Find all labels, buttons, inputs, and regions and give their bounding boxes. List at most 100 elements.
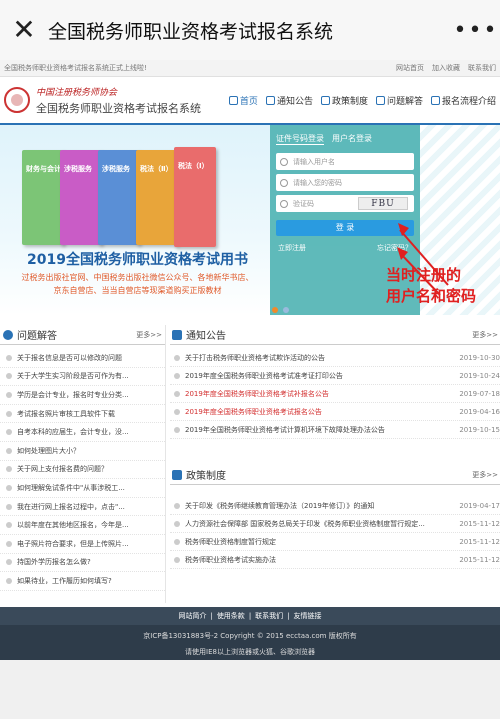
- bullet-icon: [6, 559, 12, 566]
- faq-item-text: 持国外学历报名怎么做?: [17, 558, 91, 567]
- policy-item-text: 关于印发《税务师继续教育管理办法（2019年修订）》的通知: [185, 501, 375, 510]
- faq-item[interactable]: 自考本科的应届生，会计专业，没...: [0, 423, 165, 442]
- notice-item-date: 2019-07-18: [459, 389, 500, 398]
- web-page: 全国税务师职业资格考试报名系统正式上线啦! 网站首页 加入收藏 联系我们 中国注…: [0, 60, 500, 660]
- bullet-icon: [174, 556, 180, 563]
- more-options-icon[interactable]: •••: [452, 18, 500, 43]
- bullet-icon: [6, 522, 12, 529]
- site-notice: 全国税务师职业资格考试报名系统正式上线啦!: [4, 64, 147, 72]
- nav-home[interactable]: 首页: [228, 94, 258, 107]
- faq-item-text: 关于大学生实习阶段是否可作为有...: [17, 372, 129, 381]
- nav-faq[interactable]: 问题解答: [375, 94, 423, 107]
- policy-item[interactable]: 税务师职业资格制度暂行规定 2015-11-12: [170, 533, 500, 551]
- banner: 财务与会计 涉税服务 涉税服务 税法（Ⅱ） 税法（Ⅰ） 2019全国税务师职业资…: [0, 125, 500, 315]
- notice-item-date: 2019-04-16: [459, 407, 500, 416]
- policy-item-date: 2015-11-12: [459, 555, 500, 564]
- bullet-icon: [6, 410, 12, 417]
- faq-item[interactable]: 电子照片符合要求，但是上传照片...: [0, 535, 165, 554]
- notice-item[interactable]: 2019年全国税务师职业资格考试计算机环境下故障处理办法公告 2019-10-15: [170, 421, 500, 439]
- footer-link-terms[interactable]: 使用条款: [217, 607, 245, 625]
- app-bar: ✕ 全国税务师职业资格考试报名系统 •••: [0, 0, 500, 60]
- notice-title: 通知公告: [186, 331, 226, 342]
- nav-process[interactable]: 报名流程介绍: [430, 94, 496, 107]
- faq-item[interactable]: 如果待业，工作履历如何填写?: [0, 572, 165, 591]
- app-title: 全国税务师职业资格考试报名系统: [48, 20, 334, 43]
- bullet-icon: [174, 354, 180, 361]
- bullet-icon: [174, 408, 180, 415]
- bullet-icon: [174, 520, 180, 527]
- nav-policy[interactable]: 政策制度: [320, 94, 368, 107]
- close-icon[interactable]: ✕: [0, 16, 48, 44]
- link-contact[interactable]: 联系我们: [468, 63, 496, 73]
- policy-item[interactable]: 关于印发《税务师继续教育管理办法（2019年修订）》的通知 2019-04-17: [170, 497, 500, 515]
- notice-item[interactable]: 2019年度全国税务师职业资格考试报名公告 2019-04-16: [170, 403, 500, 421]
- policy-item[interactable]: 人力资源社会保障部 国家税务总局关于印发《税务师职业资格制度暂行规定... 201…: [170, 515, 500, 533]
- policy-section: 政策制度 更多>> 关于印发《税务师继续教育管理办法（2019年修订）》的通知 2…: [170, 465, 500, 605]
- faq-item[interactable]: 以前年度在其他地区报名，今年是...: [0, 516, 165, 535]
- nav-notices[interactable]: 通知公告: [265, 94, 313, 107]
- brand: 中国注册税务师协会 全国税务师职业资格考试报名系统: [36, 85, 201, 116]
- bullet-icon: [6, 540, 12, 547]
- faq-item[interactable]: 考试报名照片审核工具软件下载: [0, 405, 165, 424]
- faq-item[interactable]: 关于大学生实习阶段是否可作为有...: [0, 368, 165, 387]
- notice-item[interactable]: 2019年度全国税务师职业资格考试准考证打印公告 2019-10-24: [170, 367, 500, 385]
- bullet-icon: [6, 429, 12, 436]
- bullet-icon: [174, 502, 180, 509]
- process-icon: [430, 95, 440, 105]
- bullet-icon: [174, 538, 180, 545]
- nav-notices-label: 通知公告: [276, 96, 313, 107]
- faq-item-text: 自考本科的应届生，会计专业，没...: [17, 428, 129, 437]
- faq-item[interactable]: 如何处理图片大小？: [0, 442, 165, 461]
- notice-icon: [265, 95, 275, 105]
- site-footer: 网站简介 | 使用条款 | 联系我们 | 友情链接 京ICP备13031883号…: [0, 607, 500, 660]
- policy-icon: [320, 95, 330, 105]
- faq-item-text: 考试报名照片审核工具软件下载: [17, 409, 115, 418]
- link-home[interactable]: 网站首页: [396, 63, 424, 73]
- policy-item-text: 税务师职业资格制度暂行规定: [185, 537, 276, 546]
- bullet-icon: [6, 391, 12, 398]
- footer-link-friends[interactable]: 友情链接: [294, 607, 322, 625]
- footer-separator: |: [287, 612, 290, 620]
- notice-item-date: 2019-10-24: [459, 371, 500, 380]
- policy-item-date: 2019-04-17: [459, 501, 500, 510]
- faq-item[interactable]: 如何理解免试条件中"从事涉税工...: [0, 479, 165, 498]
- question-icon: [375, 95, 385, 105]
- notice-item[interactable]: 2019年度全国税务师职业资格考试补报名公告 2019-07-18: [170, 385, 500, 403]
- annotation-text: 当时注册的 用户名和密码: [386, 265, 476, 307]
- policy-icon: [172, 469, 182, 480]
- footer-link-contact[interactable]: 联系我们: [255, 607, 283, 625]
- faq-item[interactable]: 学历是会计专业，报名时专业分类...: [0, 386, 165, 405]
- policy-title: 政策制度: [186, 471, 226, 482]
- bullet-icon: [6, 354, 12, 361]
- notice-more-link[interactable]: 更多>>: [472, 330, 498, 340]
- footer-separator: |: [248, 612, 252, 620]
- policy-item-text: 人力资源社会保障部 国家税务总局关于印发《税务师职业资格制度暂行规定...: [185, 519, 425, 528]
- bullet-icon: [6, 447, 12, 454]
- logo-icon: [4, 87, 30, 113]
- annotation-line1: 当时注册的: [386, 266, 462, 284]
- faq-item[interactable]: 关于报名信息是否可以修改的问题: [0, 349, 165, 368]
- bullet-icon: [6, 577, 12, 584]
- faq-item[interactable]: 关于网上支付报名费的问题？: [0, 461, 165, 480]
- bottom-area: [0, 660, 500, 719]
- notice-item-text: 2019年度全国税务师职业资格考试补报名公告: [185, 389, 329, 398]
- link-bookmark[interactable]: 加入收藏: [432, 63, 460, 73]
- faq-more-link[interactable]: 更多>>: [136, 330, 162, 340]
- faq-item[interactable]: 我在进行网上报名过程中，点击"...: [0, 498, 165, 517]
- faq-item-text: 以前年度在其他地区报名，今年是...: [17, 521, 129, 530]
- bullet-icon: [6, 373, 12, 380]
- question-icon: [3, 329, 13, 340]
- faq-title: 问题解答: [17, 331, 57, 342]
- notice-list: 关于打击税务师职业资格考试欺诈活动的公告 2019-10-30 2019年度全国税务…: [170, 345, 500, 439]
- bullet-icon: [174, 426, 180, 433]
- policy-more-link[interactable]: 更多>>: [472, 470, 498, 480]
- faq-item[interactable]: 持国外学历报名怎么做?: [0, 554, 165, 573]
- notice-section: 通知公告 更多>> 关于打击税务师职业资格考试欺诈活动的公告 2019-10-30…: [170, 325, 500, 455]
- notice-item-text: 2019年度全国税务师职业资格考试报名公告: [185, 407, 322, 416]
- nav-faq-label: 问题解答: [386, 96, 423, 107]
- speaker-icon: [172, 329, 182, 340]
- footer-link-about[interactable]: 网站简介: [178, 607, 206, 625]
- policy-item[interactable]: 税务师职业资格考试实施办法 2015-11-12: [170, 551, 500, 569]
- notice-item[interactable]: 关于打击税务师职业资格考试欺诈活动的公告 2019-10-30: [170, 349, 500, 367]
- policy-item-date: 2015-11-12: [459, 537, 500, 546]
